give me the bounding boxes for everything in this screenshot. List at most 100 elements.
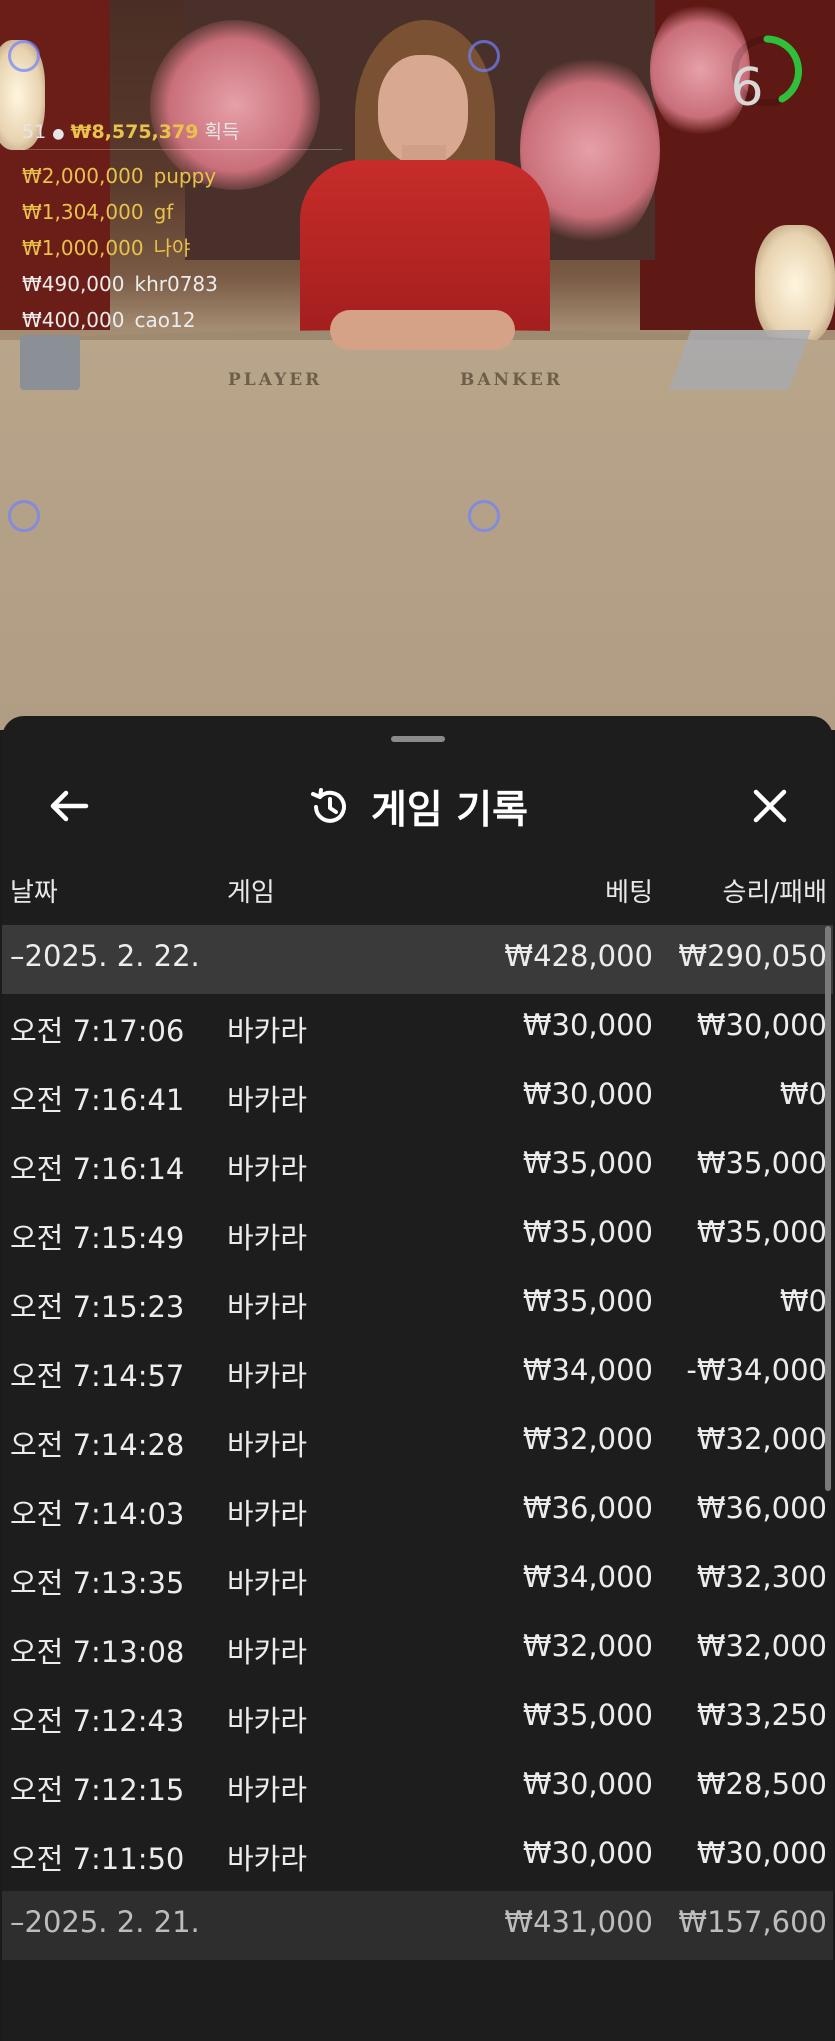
sheet-header: 게임 기록: [2, 772, 833, 842]
history-row[interactable]: 오전 7:11:50 바카라 ₩30,000 ₩30,000: [2, 1822, 833, 1891]
entry-amount: ₩1,304,000: [22, 200, 144, 224]
round-bet: ₩34,000: [522, 1353, 653, 1387]
winners-leaderboard: 51 ● ₩8,575,379 획득 ₩2,000,000 puppy ₩1,30…: [22, 117, 342, 338]
round-bet: ₩34,000: [522, 1560, 653, 1594]
history-row[interactable]: 오전 7:12:15 바카라 ₩30,000 ₩28,500: [2, 1753, 833, 1822]
round-game: 바카라: [227, 1773, 308, 1807]
round-result: ₩35,000: [696, 1215, 827, 1249]
round-game: 바카라: [227, 1152, 308, 1186]
winner-count: 51: [22, 121, 47, 143]
day-date: –2025. 2. 22.: [10, 939, 200, 973]
entry-amount: ₩400,000: [22, 308, 125, 332]
history-row[interactable]: 오전 7:13:08 바카라 ₩32,000 ₩32,000: [2, 1615, 833, 1684]
round-bet: ₩32,000: [522, 1629, 653, 1663]
round-bet: ₩35,000: [522, 1284, 653, 1318]
history-row[interactable]: 오전 7:14:57 바카라 ₩34,000 -₩34,000: [2, 1339, 833, 1408]
round-time: 오전 7:13:35: [10, 1566, 185, 1600]
round-timer: 6: [730, 58, 764, 118]
round-time: 오전 7:14:28: [10, 1428, 185, 1462]
leaderboard-entry: ₩490,000 khr0783: [22, 266, 342, 302]
entry-name: cao12: [134, 308, 196, 332]
leaderboard-entry: ₩400,000 cao12: [22, 302, 342, 338]
bottom-fade: [2, 1971, 833, 2041]
round-result: ₩32,000: [696, 1422, 827, 1456]
round-result: ₩33,250: [696, 1698, 827, 1732]
day-date: –2025. 2. 21.: [10, 1905, 200, 1939]
round-bet: ₩30,000: [522, 1008, 653, 1042]
day-bet-total: ₩431,000: [504, 1905, 653, 1939]
col-game: 게임: [227, 878, 275, 908]
sheet-title: 게임 기록: [370, 788, 529, 833]
leaderboard-entry: ₩1,304,000 gf: [22, 194, 342, 230]
round-result: ₩0: [779, 1077, 827, 1111]
round-game: 바카라: [227, 1497, 308, 1531]
round-time: 오전 7:15:49: [10, 1221, 185, 1255]
history-row[interactable]: 오전 7:16:41 바카라 ₩30,000 ₩0: [2, 1063, 833, 1132]
history-row[interactable]: 오전 7:12:43 바카라 ₩35,000 ₩33,250: [2, 1684, 833, 1753]
column-headers: 날짜 게임 베팅 승리/패배: [2, 866, 833, 910]
day-group-row[interactable]: –2025. 2. 21. ₩431,000 ₩157,600: [2, 1891, 833, 1960]
history-row[interactable]: 오전 7:14:03 바카라 ₩36,000 ₩36,000: [2, 1477, 833, 1546]
round-game: 바카라: [227, 1221, 308, 1255]
round-time: 오전 7:12:15: [10, 1773, 185, 1807]
round-time: 오전 7:12:43: [10, 1704, 185, 1738]
day-bet-total: ₩428,000: [504, 939, 653, 973]
col-result: 승리/패배: [722, 878, 827, 908]
round-result: ₩30,000: [696, 1008, 827, 1042]
close-icon[interactable]: [742, 778, 798, 834]
scrollbar[interactable]: [825, 926, 831, 1491]
round-time: 오전 7:15:23: [10, 1290, 185, 1324]
round-result: ₩35,000: [696, 1146, 827, 1180]
entry-name: 나야: [153, 236, 191, 260]
leaderboard-entry: ₩1,000,000 나야: [22, 230, 342, 266]
history-icon: [310, 788, 346, 823]
round-bet: ₩30,000: [522, 1767, 653, 1801]
round-time: 오전 7:16:14: [10, 1152, 185, 1186]
history-row[interactable]: 오전 7:14:28 바카라 ₩32,000 ₩32,000: [2, 1408, 833, 1477]
game-history-sheet: 게임 기록 날짜 게임 베팅 승리/패배 –2025. 2. 22. ₩428,…: [2, 716, 833, 2041]
round-time: 오전 7:14:57: [10, 1359, 185, 1393]
round-game: 바카라: [227, 1704, 308, 1738]
round-game: 바카라: [227, 1428, 308, 1462]
card-shoe: [20, 335, 80, 390]
round-result: ₩28,500: [696, 1767, 827, 1801]
history-row[interactable]: 오전 7:17:06 바카라 ₩30,000 ₩30,000: [2, 994, 833, 1063]
table-label-banker: BANKER: [460, 370, 563, 390]
history-row[interactable]: 오전 7:15:23 바카라 ₩35,000 ₩0: [2, 1270, 833, 1339]
round-game: 바카라: [227, 1566, 308, 1600]
history-row[interactable]: 오전 7:16:14 바카라 ₩35,000 ₩35,000: [2, 1132, 833, 1201]
watermark-icon: [468, 500, 500, 532]
entry-amount: ₩490,000: [22, 272, 125, 296]
round-bet: ₩35,000: [522, 1146, 653, 1180]
entry-amount: ₩1,000,000: [22, 236, 144, 260]
watermark-icon: [8, 500, 40, 532]
round-time: 오전 7:17:06: [10, 1014, 185, 1048]
round-bet: ₩36,000: [522, 1491, 653, 1525]
total-won: ₩8,575,379: [70, 121, 199, 143]
round-time: 오전 7:16:41: [10, 1083, 185, 1117]
round-time: 오전 7:14:03: [10, 1497, 185, 1531]
day-result-total: ₩290,050: [678, 939, 827, 973]
won-label: 획득: [204, 121, 240, 143]
round-result: ₩36,000: [696, 1491, 827, 1525]
watermark-icon: [468, 40, 500, 72]
col-date: 날짜: [10, 878, 58, 908]
history-row[interactable]: 오전 7:15:49 바카라 ₩35,000 ₩35,000: [2, 1201, 833, 1270]
col-bet: 베팅: [605, 878, 653, 908]
history-row[interactable]: 오전 7:13:35 바카라 ₩34,000 ₩32,300: [2, 1546, 833, 1615]
person-icon: ●: [52, 126, 65, 142]
round-result: ₩32,300: [696, 1560, 827, 1594]
drag-handle[interactable]: [391, 736, 445, 742]
round-game: 바카라: [227, 1014, 308, 1048]
table-label-player: PLAYER: [228, 370, 323, 390]
entry-name: gf: [153, 200, 174, 224]
baccarat-table: [0, 340, 835, 730]
entry-name: khr0783: [134, 272, 218, 296]
round-game: 바카라: [227, 1359, 308, 1393]
day-group-row[interactable]: –2025. 2. 22. ₩428,000 ₩290,050: [2, 925, 833, 994]
entry-name: puppy: [153, 164, 217, 188]
round-result: ₩32,000: [696, 1629, 827, 1663]
round-bet: ₩35,000: [522, 1698, 653, 1732]
round-result: ₩30,000: [696, 1836, 827, 1870]
round-game: 바카라: [227, 1635, 308, 1669]
